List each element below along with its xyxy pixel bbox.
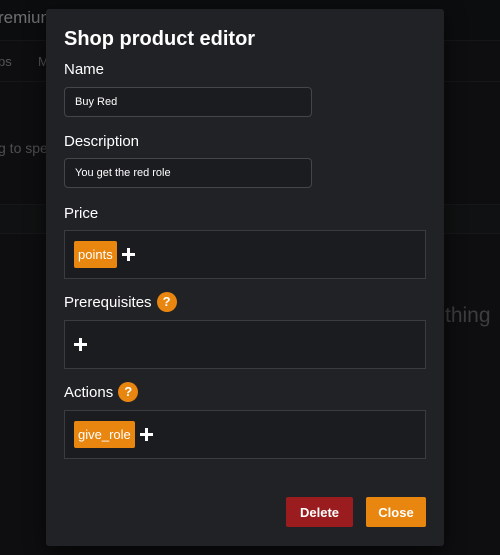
add-prerequisite-icon[interactable] (74, 337, 88, 352)
description-label-text: Description (64, 133, 140, 150)
price-tag-points[interactable]: points (74, 241, 117, 268)
add-action-icon[interactable] (139, 427, 154, 442)
actions-help-icon[interactable]: ? (118, 382, 139, 402)
name-label: Name (64, 61, 104, 78)
price-label-text: Price (64, 205, 99, 222)
modal-title: Shop product editor (64, 28, 256, 50)
name-label-text: Name (64, 61, 105, 78)
delete-button[interactable]: Delete (286, 497, 353, 527)
actions-tag-box[interactable]: give_role (64, 410, 426, 459)
shop-product-editor-modal: Shop product editor Name Description Pri… (46, 9, 444, 546)
price-label: Price (64, 205, 98, 222)
close-button[interactable]: Close (366, 497, 426, 527)
prerequisites-help-icon[interactable]: ? (156, 292, 177, 312)
description-input[interactable] (64, 158, 312, 188)
action-tag-give-role[interactable]: give_role (74, 421, 135, 448)
description-label: Description (64, 133, 139, 150)
add-price-icon[interactable] (121, 247, 136, 262)
actions-label: Actions ? (64, 382, 139, 402)
prerequisites-label-text: Prerequisites (64, 293, 152, 311)
name-input[interactable] (64, 87, 312, 117)
price-tag-box[interactable]: points (64, 230, 426, 279)
actions-label-text: Actions (64, 383, 114, 401)
prerequisites-label: Prerequisites ? (64, 292, 177, 312)
prerequisites-tag-box[interactable] (64, 320, 426, 369)
